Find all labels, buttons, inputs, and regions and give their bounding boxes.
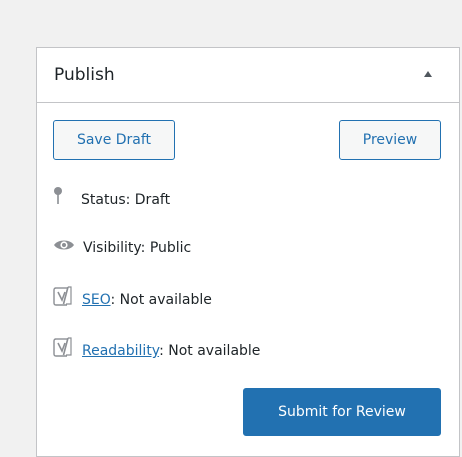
eye-icon <box>53 236 83 260</box>
publish-box-title: Publish <box>54 65 115 85</box>
publish-box: Publish Save Draft Preview Status: Draft… <box>36 47 460 457</box>
seo-status-text: : Not available <box>110 292 212 308</box>
submit-for-review-button[interactable]: Submit for Review <box>243 388 441 436</box>
save-draft-button[interactable]: Save Draft <box>53 120 175 160</box>
yoast-icon <box>53 286 82 314</box>
status-row: Status: Draft <box>53 186 170 210</box>
readability-link[interactable]: Readability <box>82 343 159 359</box>
preview-button[interactable]: Preview <box>339 120 441 160</box>
readability-row: Readability: Not available <box>53 337 260 361</box>
visibility-text: Visibility: Public <box>83 240 192 256</box>
seo-link[interactable]: SEO <box>82 292 111 308</box>
readability-status-text: : Not available <box>159 343 261 359</box>
pin-icon <box>53 186 81 214</box>
arrow-up-icon[interactable] <box>424 71 432 77</box>
status-text: Status: Draft <box>81 192 171 208</box>
seo-row: SEO: Not available <box>53 286 212 310</box>
visibility-row: Visibility: Public <box>53 236 191 260</box>
publish-box-header[interactable]: Publish <box>37 48 459 103</box>
yoast-icon <box>53 337 82 365</box>
